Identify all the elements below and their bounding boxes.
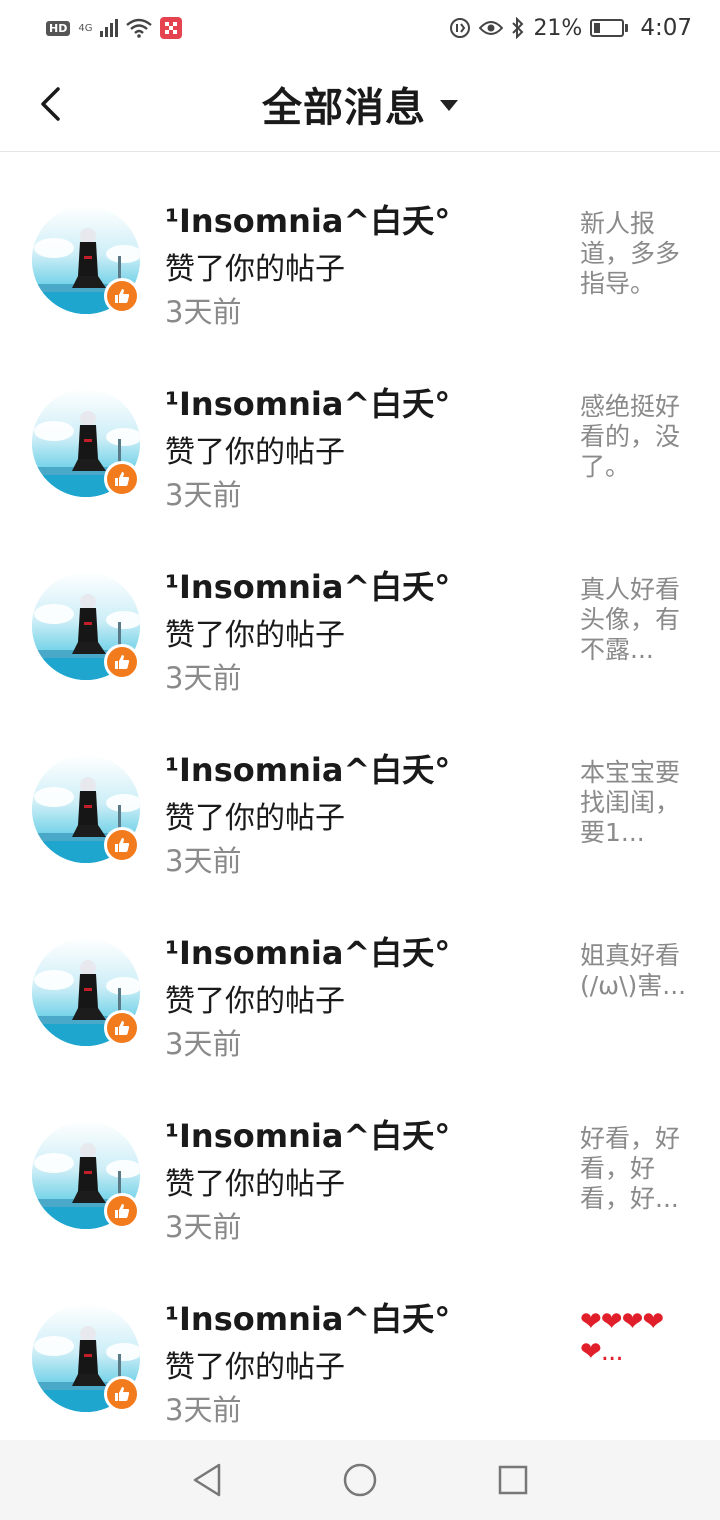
- notification-time: 3天前: [165, 1027, 242, 1061]
- avatar-wrap[interactable]: [32, 389, 140, 497]
- post-preview[interactable]: 好看，好看，好看，好...: [580, 1124, 692, 1214]
- notification-action: 赞了你的帖子: [165, 984, 345, 1019]
- navigation-bar: [0, 1440, 720, 1520]
- eye-comfort-icon: [479, 21, 504, 35]
- status-bar: HD 4G 21% 4:07: [0, 0, 720, 56]
- back-arrow-icon: [41, 87, 60, 121]
- thumbs-up-icon: [104, 461, 140, 497]
- notification-time: 3天前: [165, 1393, 242, 1427]
- nav-back-button[interactable]: [177, 1450, 237, 1510]
- notification-time: 3天前: [165, 478, 242, 512]
- bluetooth-icon: [512, 17, 524, 39]
- avatar-wrap[interactable]: [32, 1121, 140, 1229]
- avatar-wrap[interactable]: [32, 938, 140, 1046]
- notification-row[interactable]: ¹Insomnia^白夭° 赞了你的帖子 3天前 真人好看头像，有不露...: [0, 518, 720, 701]
- status-left: HD 4G: [46, 17, 183, 39]
- thumbs-up-icon: [104, 278, 140, 314]
- thumbs-up-icon: [104, 827, 140, 863]
- avatar-wrap[interactable]: [32, 1304, 140, 1412]
- user-name[interactable]: ¹Insomnia^白夭°: [165, 196, 450, 242]
- signal-icon: [100, 19, 119, 37]
- status-time: 4:07: [640, 15, 692, 41]
- post-preview[interactable]: 新人报道，多多指导。: [580, 209, 692, 299]
- user-name[interactable]: ¹Insomnia^白夭°: [165, 1111, 450, 1157]
- app-notification-icon: [160, 17, 183, 39]
- user-name[interactable]: ¹Insomnia^白夭°: [165, 928, 450, 974]
- post-preview[interactable]: 本宝宝要找闺闺，要1...: [580, 758, 692, 848]
- notification-action: 赞了你的帖子: [165, 801, 345, 836]
- thumbs-up-icon: [104, 1376, 140, 1412]
- avatar-wrap[interactable]: [32, 572, 140, 680]
- thumbs-up-icon: [104, 1193, 140, 1229]
- notification-row[interactable]: ¹Insomnia^白夭° 赞了你的帖子 3天前 新人报道，多多指导。: [0, 152, 720, 335]
- notification-time: 3天前: [165, 295, 242, 329]
- triangle-back-icon: [193, 1463, 220, 1497]
- notification-action: 赞了你的帖子: [165, 435, 345, 470]
- status-right: 21% 4:07: [449, 15, 692, 41]
- user-name[interactable]: ¹Insomnia^白夭°: [165, 1294, 450, 1340]
- post-preview[interactable]: 姐真好看(/ω\)害...: [580, 941, 692, 1001]
- nav-recents-button[interactable]: [483, 1450, 543, 1510]
- notification-action: 赞了你的帖子: [165, 1350, 345, 1385]
- avatar-wrap[interactable]: [32, 206, 140, 314]
- wifi-icon: [126, 18, 153, 38]
- post-preview[interactable]: ❤❤❤❤❤...: [580, 1307, 692, 1367]
- notification-row[interactable]: ¹Insomnia^白夭° 赞了你的帖子 3天前 感绝挺好看的，没了。: [0, 335, 720, 518]
- title-dropdown[interactable]: 全部消息: [262, 75, 458, 133]
- notification-time: 3天前: [165, 1210, 242, 1244]
- avatar-wrap[interactable]: [32, 755, 140, 863]
- data-saver-icon: [450, 18, 471, 38]
- notification-row[interactable]: ¹Insomnia^白夭° 赞了你的帖子 3天前 姐真好看(/ω\)害...: [0, 884, 720, 1067]
- nav-home-button[interactable]: [330, 1450, 390, 1510]
- user-name[interactable]: ¹Insomnia^白夭°: [165, 562, 450, 608]
- network-type: 4G: [78, 22, 93, 34]
- battery-percent: 21%: [533, 15, 583, 41]
- user-name[interactable]: ¹Insomnia^白夭°: [165, 379, 450, 425]
- notification-action: 赞了你的帖子: [165, 252, 345, 287]
- battery-icon: [590, 19, 629, 37]
- notification-time: 3天前: [165, 844, 242, 878]
- notification-action: 赞了你的帖子: [165, 618, 345, 653]
- caret-down-icon: [440, 100, 458, 111]
- back-button[interactable]: [30, 82, 70, 126]
- thumbs-up-icon: [104, 1010, 140, 1046]
- square-recents-icon: [499, 1465, 528, 1495]
- notification-row[interactable]: ¹Insomnia^白夭° 赞了你的帖子 3天前 好看，好看，好看，好...: [0, 1067, 720, 1250]
- notification-list: ¹Insomnia^白夭° 赞了你的帖子 3天前 新人报道，多多指导。 ¹Insomni…: [0, 152, 720, 1433]
- notification-action: 赞了你的帖子: [165, 1167, 345, 1202]
- page-title: 全部消息: [262, 84, 426, 131]
- thumbs-up-icon: [104, 644, 140, 680]
- notification-row[interactable]: ¹Insomnia^白夭° 赞了你的帖子 3天前 本宝宝要找闺闺，要1...: [0, 701, 720, 884]
- user-name[interactable]: ¹Insomnia^白夭°: [165, 745, 450, 791]
- circle-home-icon: [343, 1463, 377, 1497]
- post-preview[interactable]: 感绝挺好看的，没了。: [580, 392, 692, 482]
- hd-badge: HD: [46, 20, 71, 36]
- header: 全部消息: [0, 56, 720, 152]
- notification-time: 3天前: [165, 661, 242, 695]
- post-preview[interactable]: 真人好看头像，有不露...: [580, 575, 692, 665]
- notification-row[interactable]: ¹Insomnia^白夭° 赞了你的帖子 3天前 ❤❤❤❤❤...: [0, 1250, 720, 1433]
